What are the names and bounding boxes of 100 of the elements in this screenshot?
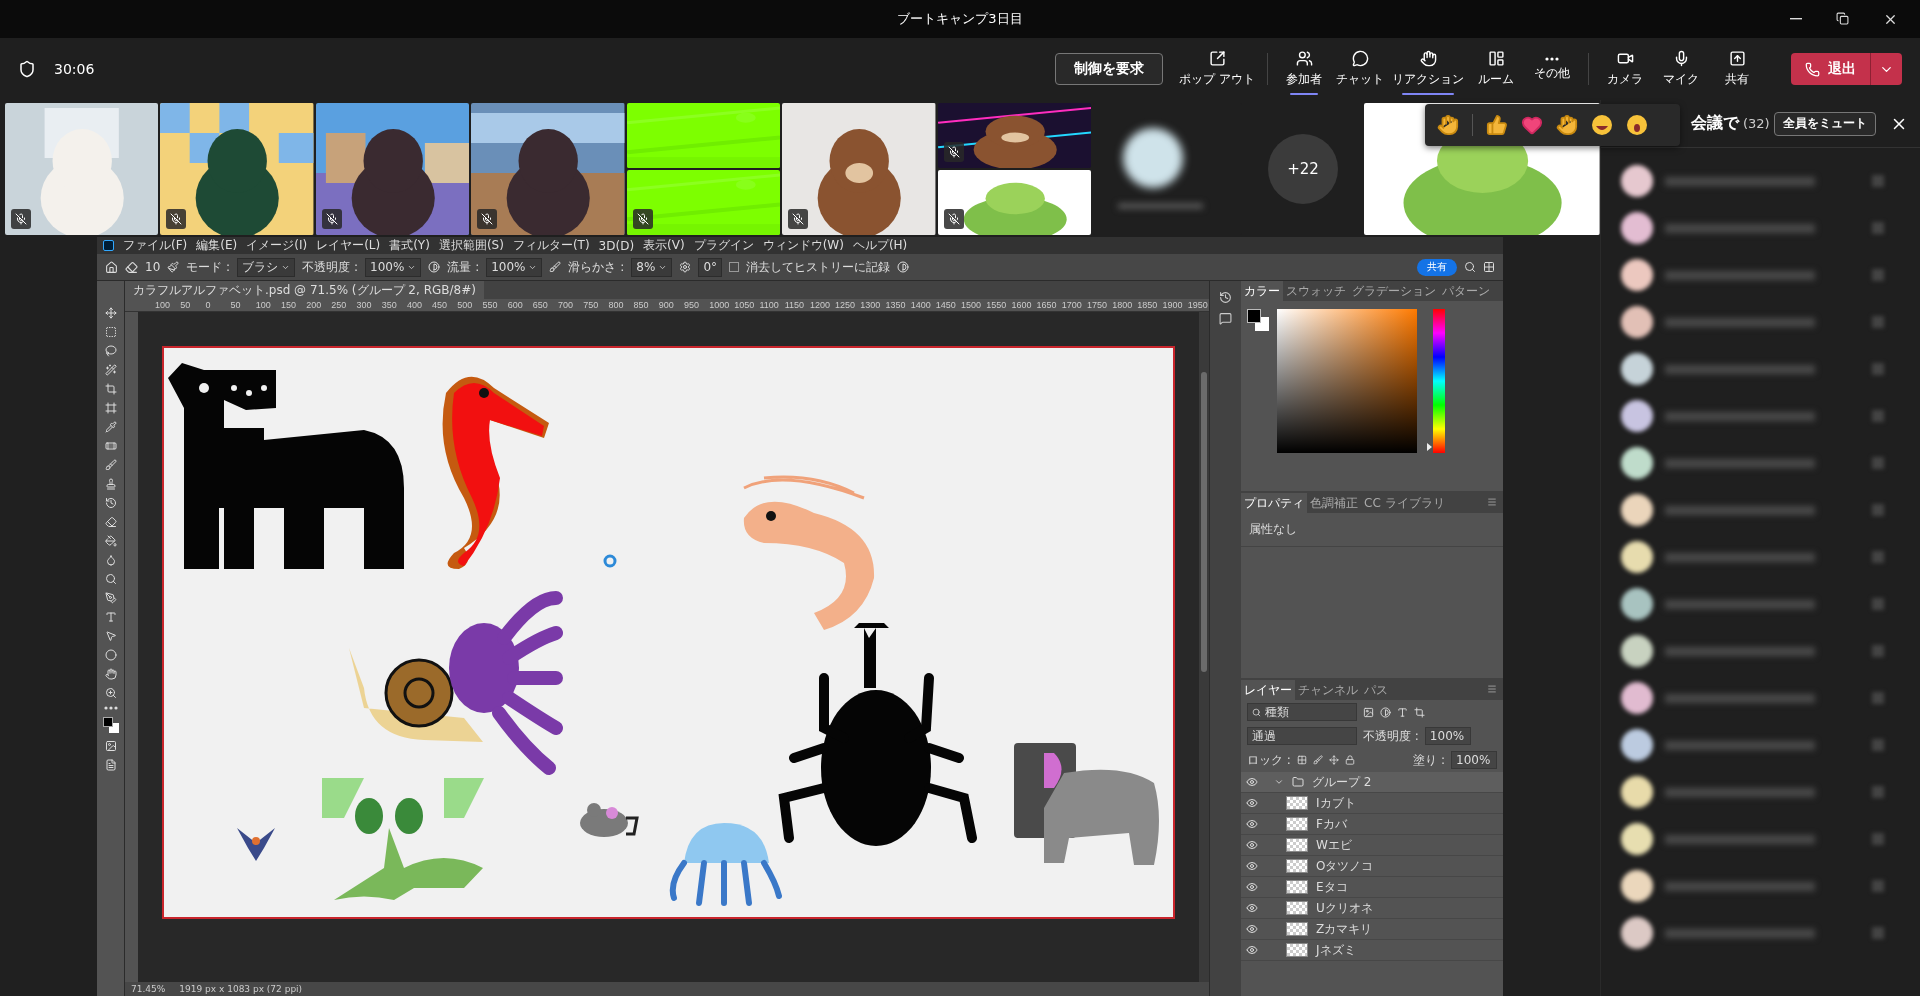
panel-tab[interactable]: カラー bbox=[1241, 281, 1283, 301]
menu-item[interactable]: ヘルプ(H) bbox=[852, 237, 908, 254]
history-icon[interactable] bbox=[1219, 291, 1232, 304]
toolbar-button[interactable]: ルーム bbox=[1468, 41, 1524, 97]
opacity-field[interactable]: 100% bbox=[1424, 727, 1471, 745]
toolbar-button[interactable]: チャット bbox=[1332, 41, 1388, 97]
home-icon[interactable] bbox=[105, 260, 118, 274]
lock-paint-icon[interactable] bbox=[1312, 755, 1323, 765]
thumbs-up-icon[interactable] bbox=[1486, 114, 1508, 136]
visibility-icon[interactable] bbox=[1246, 944, 1258, 956]
surprised-emoji-icon[interactable] bbox=[1626, 114, 1648, 136]
brush-panel-icon[interactable] bbox=[167, 261, 180, 273]
pen-tool-icon[interactable] bbox=[104, 592, 117, 604]
toolbar-button[interactable]: 参加者 bbox=[1276, 41, 1332, 97]
panel-tab[interactable]: パターン bbox=[1439, 281, 1493, 301]
marquee-tool-icon[interactable] bbox=[104, 326, 117, 338]
blur-tool-icon[interactable] bbox=[104, 554, 117, 566]
document-tab[interactable]: カラフルアルファベット.psd @ 71.5% (グループ 2, RGB/8#) bbox=[125, 281, 484, 299]
panel-tab[interactable]: プロパティ bbox=[1241, 493, 1307, 513]
fill-field[interactable]: 100% bbox=[1451, 751, 1497, 769]
restore-icon[interactable] bbox=[1836, 11, 1849, 25]
crop-tool-icon[interactable] bbox=[104, 383, 117, 395]
visibility-icon[interactable] bbox=[1246, 797, 1258, 809]
lasso-tool-icon[interactable] bbox=[104, 345, 117, 357]
mode-select[interactable]: ブラシ bbox=[237, 257, 296, 277]
layer-row[interactable]: Oタツノコ bbox=[1241, 856, 1503, 877]
menu-item[interactable]: 3D(D) bbox=[598, 238, 635, 253]
more-icon[interactable] bbox=[1545, 56, 1559, 61]
menu-item[interactable]: 表示(V) bbox=[643, 237, 685, 254]
menu-item[interactable]: 編集(E) bbox=[196, 237, 238, 254]
toolbar-button[interactable]: カメラ bbox=[1597, 41, 1653, 97]
stamp-tool-icon[interactable] bbox=[104, 478, 117, 490]
mute-all-button[interactable]: 全員をミュート bbox=[1774, 111, 1876, 136]
eyedropper-tool-icon[interactable] bbox=[104, 421, 117, 433]
layer-row[interactable]: Uクリオネ bbox=[1241, 898, 1503, 919]
airbrush-icon[interactable] bbox=[549, 261, 562, 273]
visibility-icon[interactable] bbox=[1246, 818, 1258, 830]
lock-pixels-icon[interactable] bbox=[1296, 755, 1307, 765]
blend-mode-select[interactable]: 通過 bbox=[1247, 727, 1357, 745]
panel-tab[interactable]: CC ライブラリ bbox=[1361, 493, 1448, 513]
comments-icon[interactable] bbox=[1219, 312, 1232, 325]
visibility-icon[interactable] bbox=[1246, 839, 1258, 851]
panel-tab[interactable]: パス bbox=[1361, 680, 1391, 700]
checkbox[interactable] bbox=[729, 262, 740, 272]
layer-row[interactable]: Wエビ bbox=[1241, 835, 1503, 856]
lock-position-icon[interactable] bbox=[1328, 755, 1339, 765]
toolbar-button[interactable]: マイク bbox=[1653, 41, 1709, 97]
color-swatches-icon[interactable] bbox=[1247, 309, 1269, 331]
panel-tab[interactable]: 色調補正 bbox=[1307, 493, 1361, 513]
move-tool-icon[interactable] bbox=[104, 307, 117, 319]
panel-tab[interactable]: グラデーション bbox=[1349, 281, 1439, 301]
smoothing-field[interactable]: 8% bbox=[631, 257, 673, 277]
overflow-count[interactable]: +22 bbox=[1267, 134, 1338, 204]
request-control-button[interactable]: 制御を要求 bbox=[1055, 53, 1164, 85]
zoom-tool-icon[interactable] bbox=[104, 687, 117, 699]
settings-icon[interactable] bbox=[679, 261, 692, 273]
shape-filter-icon[interactable] bbox=[1414, 706, 1425, 718]
hand-tool-icon[interactable] bbox=[104, 668, 117, 680]
type-tool-icon[interactable] bbox=[104, 611, 117, 623]
selection-tool-icon[interactable] bbox=[104, 630, 117, 642]
healing-tool-icon[interactable] bbox=[104, 440, 117, 452]
panel-tab[interactable]: レイヤー bbox=[1241, 680, 1295, 700]
menu-item[interactable]: フィルター(T) bbox=[512, 237, 590, 254]
image-filter-icon[interactable] bbox=[1363, 706, 1374, 718]
menu-item[interactable]: プラグイン bbox=[693, 237, 754, 254]
toolbar-button[interactable]: リアクション bbox=[1388, 41, 1468, 97]
panel-tab[interactable]: チャンネル bbox=[1295, 680, 1361, 700]
expand-caret-icon[interactable] bbox=[1274, 777, 1284, 787]
leave-button[interactable]: 退出 bbox=[1791, 53, 1870, 85]
paint-bucket-icon[interactable] bbox=[104, 535, 117, 547]
menu-item[interactable]: 書式(Y) bbox=[389, 237, 430, 254]
type-filter-icon[interactable] bbox=[1397, 706, 1408, 718]
brush-tool-icon[interactable] bbox=[104, 459, 117, 471]
raised-hand-icon[interactable] bbox=[1437, 114, 1459, 136]
visibility-icon[interactable] bbox=[1246, 881, 1258, 893]
layer-group-row[interactable]: グループ 2 bbox=[1241, 772, 1503, 793]
quick-mask-icon[interactable] bbox=[104, 740, 117, 752]
menu-item[interactable]: ファイル(F) bbox=[123, 237, 188, 254]
angle-field[interactable]: 0° bbox=[698, 257, 723, 277]
eraser-tool-icon[interactable] bbox=[104, 516, 117, 528]
laughing-emoji-icon[interactable] bbox=[1591, 114, 1613, 136]
workspace-icon[interactable] bbox=[1483, 261, 1495, 273]
visibility-icon[interactable] bbox=[1246, 923, 1258, 935]
visibility-icon[interactable] bbox=[1246, 860, 1258, 872]
flow-field[interactable]: 100% bbox=[486, 257, 543, 277]
lock-icon[interactable] bbox=[1344, 755, 1355, 765]
hue-pointer[interactable] bbox=[1427, 443, 1432, 452]
layer-filter-select[interactable]: 種類 bbox=[1247, 703, 1357, 721]
color-field[interactable] bbox=[1277, 309, 1417, 453]
history-brush-icon[interactable] bbox=[104, 497, 117, 509]
frame-tool-icon[interactable] bbox=[104, 402, 117, 414]
search-icon[interactable] bbox=[1464, 261, 1476, 273]
toolbar-button[interactable]: 共有 bbox=[1709, 41, 1765, 97]
menu-item[interactable]: 選択範囲(S) bbox=[438, 237, 504, 254]
share-button[interactable]: 共有 bbox=[1417, 258, 1457, 276]
layer-row[interactable]: Fカバ bbox=[1241, 814, 1503, 835]
menu-item[interactable]: ウィンドウ(W) bbox=[762, 237, 844, 254]
color-swatches-icon[interactable] bbox=[102, 717, 119, 733]
toolbar-button[interactable]: ポップ アウト bbox=[1175, 41, 1259, 97]
more-tools-icon[interactable] bbox=[103, 706, 118, 710]
